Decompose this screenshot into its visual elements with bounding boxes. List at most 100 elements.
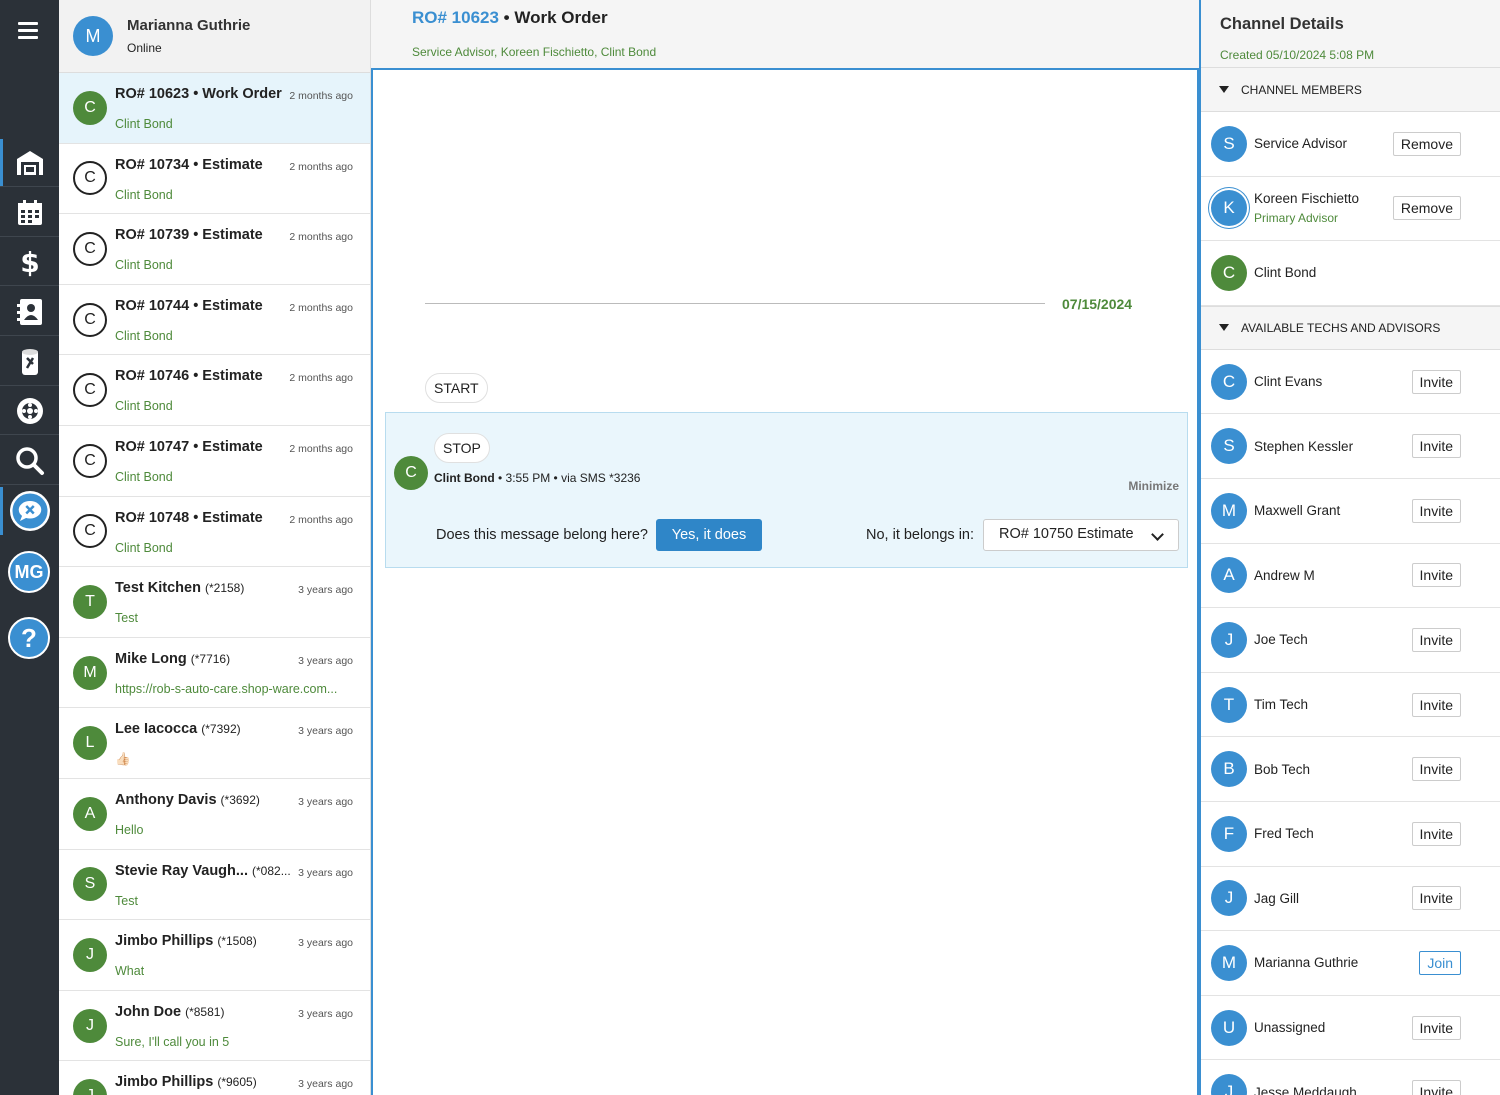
conversation-preview: Sure, I'll call you in 5 [115,1034,230,1049]
remove-member-button[interactable]: Remove [1392,131,1461,156]
conversation-item[interactable]: C RO# 10734 • Estimate 2 months ago Clint … [59,144,370,215]
conversation-title: Mike Long (*7716) [115,650,231,667]
conversation-item[interactable]: S Stevie Ray Vaugh... (*082... 3 years ago… [59,850,370,921]
invite-button[interactable]: Invite [1411,821,1461,846]
invite-button[interactable]: Invite [1411,886,1461,911]
shop-icon[interactable] [0,139,59,187]
conversation-item[interactable]: L Lee Iacocca (*7392) 3 years ago 👍🏻 [59,708,370,779]
user-name: Marianna Guthrie [127,17,251,34]
member-name: Marianna Guthrie [1254,955,1359,971]
avatar: C [73,231,107,266]
details-title: Channel Details [1220,15,1344,33]
member-name: Clint Evans [1254,374,1323,390]
member-name: Tim Tech [1254,697,1309,713]
member-name: Bob Tech [1254,761,1311,777]
invite-button[interactable]: Invite [1411,757,1461,782]
conversation-item[interactable]: M Mike Long (*7716) 3 years ago https://rob… [59,638,370,709]
created-date: Created 05/10/2024 5:08 PM [1220,48,1375,62]
member-name: Joe Tech [1254,632,1308,648]
avatar: C [73,161,107,196]
help-icon[interactable]: ? [8,617,50,659]
available-toggle[interactable]: AVAILABLE TECHS AND ADVISORS [1201,305,1500,350]
avatar: C [73,302,107,337]
avatar: J [73,1079,107,1095]
message-thread[interactable]: 07/15/2024 START STOP C Clint Bond • 3:5… [371,68,1199,1095]
user-status: Online [127,41,162,55]
svg-text:$: $ [20,246,39,278]
search-icon[interactable] [0,437,59,485]
invite-button[interactable]: Invite [1411,563,1461,588]
invite-button[interactable]: Invite [1411,627,1461,652]
invite-button[interactable]: Invite [1411,498,1461,523]
invite-button[interactable]: Invite [1411,1015,1461,1040]
conversation-item[interactable]: J John Doe (*8581) 3 years ago Sure, I'll c… [59,991,370,1062]
chat-icon[interactable] [0,487,59,535]
caret-down-icon [1219,86,1229,93]
conversation-preview: What [115,964,145,979]
avatar: M [1211,944,1247,981]
invite-button[interactable]: Invite [1411,434,1461,459]
conversation-item[interactable]: C RO# 10623 • Work Order 2 months ago Clin… [59,73,370,144]
conversation-title: RO# 10623 • Work Order [115,86,282,102]
conversation-preview: https://rob-s-auto-care.shop-ware.com... [115,681,338,696]
conversation-item[interactable]: C RO# 10746 • Estimate 2 months ago Clint … [59,355,370,426]
available-member: M Marianna Guthrie Join [1201,931,1500,996]
conversation-title: Jimbo Phillips (*1508) [115,933,257,950]
parts-icon[interactable] [0,338,59,386]
avatar: T [1211,686,1247,723]
conversation-time: 2 months ago [289,90,353,102]
tire-icon[interactable] [0,387,59,435]
invite-button[interactable]: Invite [1411,1080,1461,1095]
avatar: C [73,373,107,408]
conversation-item[interactable]: T Test Kitchen (*2158) 3 years ago Test [59,567,370,638]
avatar: J [1211,880,1247,917]
avatar: T [73,584,107,619]
message-meta: Clint Bond • 3:55 PM • via SMS *3236 [434,471,641,485]
message-highlight: STOP C Clint Bond • 3:55 PM • via SMS *3… [385,412,1188,568]
yes-it-does-button[interactable]: Yes, it does [656,519,762,551]
member-name: Jesse Meddaugh [1254,1084,1357,1095]
ro-link[interactable]: RO# 10623 [412,8,499,27]
calendar-icon[interactable] [0,189,59,237]
contacts-icon[interactable] [0,288,59,336]
member-name: Service Advisor [1254,136,1348,152]
conversation-item[interactable]: J Jimbo Phillips (*9605) 3 years ago [59,1061,370,1095]
dollar-icon[interactable]: $ [0,238,59,286]
member-name: Unassigned [1254,1020,1326,1036]
avatar: C [73,443,107,478]
available-member: B Bob Tech Invite [1201,737,1500,802]
conversation-item[interactable]: A Anthony Davis (*3692) 3 years ago Hello [59,779,370,850]
conversation-time: 3 years ago [298,866,353,879]
conversation-item[interactable]: C RO# 10747 • Estimate 2 months ago Clint … [59,426,370,497]
invite-button[interactable]: Invite [1411,692,1461,717]
profile-avatar[interactable]: MG [8,551,50,593]
minimize-link[interactable]: Minimize [1128,479,1179,493]
conversation-title: RO# 10746 • Estimate [115,368,263,385]
conversation-item[interactable]: C RO# 10739 • Estimate 2 months ago Clint … [59,214,370,285]
conversation-item[interactable]: C RO# 10744 • Estimate 2 months ago Clint … [59,285,370,356]
conversation-title: RO# 10747 • Estimate [115,438,263,455]
message-bubble: START [425,373,488,403]
available-member: F Fred Tech Invite [1201,802,1500,867]
available-member: M Maxwell Grant Invite [1201,479,1500,544]
avatar: M [1211,492,1247,529]
avatar: J [1211,621,1247,658]
channel-select[interactable]: RO# 10750 Estimate [983,519,1179,551]
join-button[interactable]: Join [1419,950,1461,975]
channel-member: C Clint Bond [1201,241,1500,306]
invite-button[interactable]: Invite [1411,369,1461,394]
conversation-time: 3 years ago [298,937,353,950]
channel-members-toggle[interactable]: CHANNEL MEMBERS [1201,68,1500,112]
conversation-time: 3 years ago [298,1078,353,1091]
conversation-title: John Doe (*8581) [115,1003,225,1020]
avatar: A [73,796,107,831]
caret-down-icon [1219,324,1229,332]
conversation-item[interactable]: C RO# 10748 • Estimate 2 months ago Clint … [59,497,370,568]
available-member: A Andrew M Invite [1201,544,1500,609]
conversation-item[interactable]: J Jimbo Phillips (*1508) 3 years ago What [59,920,370,991]
menu-icon[interactable] [18,22,38,40]
conversation-preview: Clint Bond [115,399,173,414]
remove-member-button[interactable]: Remove [1392,196,1461,221]
conversation-time: 3 years ago [298,1007,353,1020]
conversation-time: 2 months ago [289,160,353,173]
